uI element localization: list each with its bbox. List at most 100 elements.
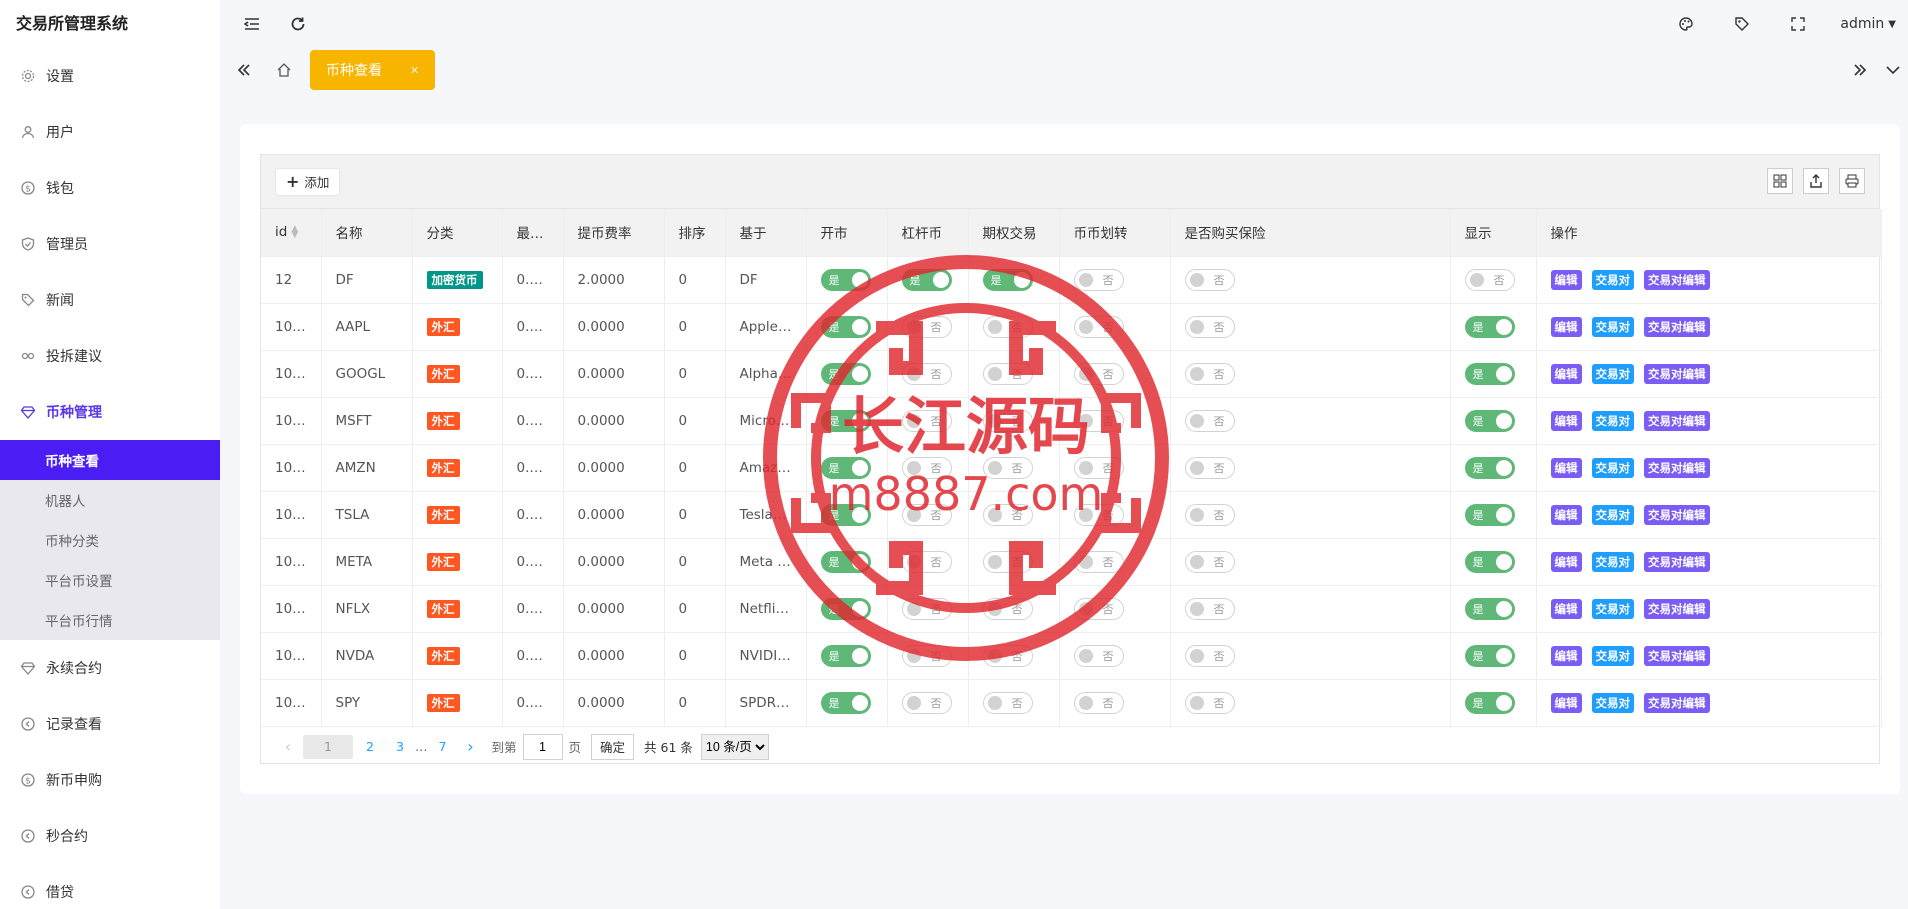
edit-button[interactable]: 编辑 [1550, 645, 1582, 666]
edit-button[interactable]: 编辑 [1550, 457, 1582, 478]
insurance-switch[interactable]: 否 [1184, 644, 1235, 667]
refresh-icon[interactable] [280, 6, 316, 42]
pair-button[interactable]: 交易对 [1591, 692, 1634, 713]
page-current[interactable]: 1 [303, 734, 353, 759]
goto-page-input[interactable] [522, 733, 563, 760]
page-size-select[interactable]: 10 条/页 [700, 733, 769, 760]
edit-button[interactable]: 编辑 [1550, 316, 1582, 337]
open-market-switch[interactable]: 是 [820, 268, 871, 291]
insurance-switch[interactable]: 否 [1184, 315, 1235, 338]
display-switch[interactable]: 是 [1464, 550, 1515, 573]
transfer-switch[interactable]: 否 [1073, 503, 1124, 526]
sidebar-item[interactable]: 借贷 [0, 864, 220, 909]
options-trading-switch[interactable]: 否 [982, 315, 1033, 338]
menu-fold-icon[interactable] [234, 6, 270, 42]
sidebar-item[interactable]: 管理员 [0, 216, 220, 272]
display-switch[interactable]: 是 [1464, 644, 1515, 667]
display-switch[interactable]: 是 [1464, 362, 1515, 385]
tag-icon[interactable] [1724, 6, 1760, 42]
add-button[interactable]: + 添加 [275, 167, 341, 196]
insurance-switch[interactable]: 否 [1184, 550, 1235, 573]
pair-edit-button[interactable]: 交易对编辑 [1644, 692, 1710, 713]
options-trading-switch[interactable]: 否 [982, 597, 1033, 620]
fullscreen-icon[interactable] [1780, 6, 1816, 42]
open-market-switch[interactable]: 是 [820, 362, 871, 385]
open-market-switch[interactable]: 是 [820, 644, 871, 667]
user-menu[interactable]: admin ▼ [1840, 16, 1896, 32]
submenu-item[interactable]: 币种分类 [0, 520, 220, 560]
pair-button[interactable]: 交易对 [1591, 457, 1634, 478]
pair-edit-button[interactable]: 交易对编辑 [1644, 551, 1710, 572]
edit-button[interactable]: 编辑 [1550, 504, 1582, 525]
tab-coin-view[interactable]: 币种查看 ✕ [310, 50, 436, 90]
next-page-icon[interactable]: › [458, 737, 484, 756]
transfer-switch[interactable]: 否 [1073, 362, 1124, 385]
pair-button[interactable]: 交易对 [1591, 316, 1634, 337]
print-icon[interactable] [1839, 168, 1865, 194]
display-switch[interactable]: 是 [1464, 597, 1515, 620]
pair-edit-button[interactable]: 交易对编辑 [1644, 645, 1710, 666]
home-icon[interactable] [266, 52, 302, 88]
edit-button[interactable]: 编辑 [1550, 269, 1582, 290]
chevron-down-icon[interactable] [1878, 52, 1908, 88]
open-market-switch[interactable]: 是 [820, 315, 871, 338]
pair-edit-button[interactable]: 交易对编辑 [1644, 598, 1710, 619]
double-chevron-left-icon[interactable] [226, 52, 262, 88]
transfer-switch[interactable]: 否 [1073, 409, 1124, 432]
page-last[interactable]: 7 [430, 735, 456, 759]
transfer-switch[interactable]: 否 [1073, 597, 1124, 620]
leverage-switch[interactable]: 否 [901, 691, 952, 714]
edit-button[interactable]: 编辑 [1550, 363, 1582, 384]
prev-page-icon[interactable]: ‹ [275, 737, 301, 756]
pair-edit-button[interactable]: 交易对编辑 [1644, 316, 1710, 337]
edit-button[interactable]: 编辑 [1550, 692, 1582, 713]
submenu-item[interactable]: 平台币行情 [0, 600, 220, 640]
open-market-switch[interactable]: 是 [820, 503, 871, 526]
sidebar-item[interactable]: 记录查看 [0, 696, 220, 752]
page-2[interactable]: 2 [357, 735, 383, 759]
columns-filter-icon[interactable] [1767, 168, 1793, 194]
pair-button[interactable]: 交易对 [1591, 504, 1634, 525]
insurance-switch[interactable]: 否 [1184, 456, 1235, 479]
leverage-switch[interactable]: 否 [901, 362, 952, 385]
insurance-switch[interactable]: 否 [1184, 409, 1235, 432]
options-trading-switch[interactable]: 否 [982, 691, 1033, 714]
sidebar-item[interactable]: 秒合约 [0, 808, 220, 864]
sidebar-item[interactable]: 投拆建议 [0, 328, 220, 384]
display-switch[interactable]: 是 [1464, 456, 1515, 479]
double-chevron-right-icon[interactable] [1842, 52, 1878, 88]
transfer-switch[interactable]: 否 [1073, 315, 1124, 338]
transfer-switch[interactable]: 否 [1073, 550, 1124, 573]
open-market-switch[interactable]: 是 [820, 456, 871, 479]
display-switch[interactable]: 是 [1464, 409, 1515, 432]
pair-button[interactable]: 交易对 [1591, 269, 1634, 290]
options-trading-switch[interactable]: 否 [982, 503, 1033, 526]
insurance-switch[interactable]: 否 [1184, 503, 1235, 526]
options-trading-switch[interactable]: 否 [982, 644, 1033, 667]
pair-edit-button[interactable]: 交易对编辑 [1644, 410, 1710, 431]
transfer-switch[interactable]: 否 [1073, 456, 1124, 479]
insurance-switch[interactable]: 否 [1184, 691, 1235, 714]
open-market-switch[interactable]: 是 [820, 597, 871, 620]
sidebar-item[interactable]: 新闻 [0, 272, 220, 328]
pair-edit-button[interactable]: 交易对编辑 [1644, 363, 1710, 384]
confirm-button[interactable]: 确定 [591, 733, 635, 760]
display-switch[interactable]: 是 [1464, 315, 1515, 338]
insurance-switch[interactable]: 否 [1184, 268, 1235, 291]
leverage-switch[interactable]: 否 [901, 409, 952, 432]
leverage-switch[interactable]: 否 [901, 550, 952, 573]
sort-icon[interactable]: ▲ ▼ [291, 225, 298, 240]
leverage-switch[interactable]: 否 [901, 456, 952, 479]
pair-edit-button[interactable]: 交易对编辑 [1644, 504, 1710, 525]
transfer-switch[interactable]: 否 [1073, 644, 1124, 667]
pair-button[interactable]: 交易对 [1591, 410, 1634, 431]
sidebar-item[interactable]: 用户 [0, 104, 220, 160]
palette-icon[interactable] [1668, 6, 1704, 42]
leverage-switch[interactable]: 是 [901, 268, 952, 291]
leverage-switch[interactable]: 否 [901, 597, 952, 620]
insurance-switch[interactable]: 否 [1184, 362, 1235, 385]
leverage-switch[interactable]: 否 [901, 315, 952, 338]
submenu-item[interactable]: 机器人 [0, 480, 220, 520]
submenu-item[interactable]: 币种查看 [0, 440, 220, 480]
edit-button[interactable]: 编辑 [1550, 551, 1582, 572]
